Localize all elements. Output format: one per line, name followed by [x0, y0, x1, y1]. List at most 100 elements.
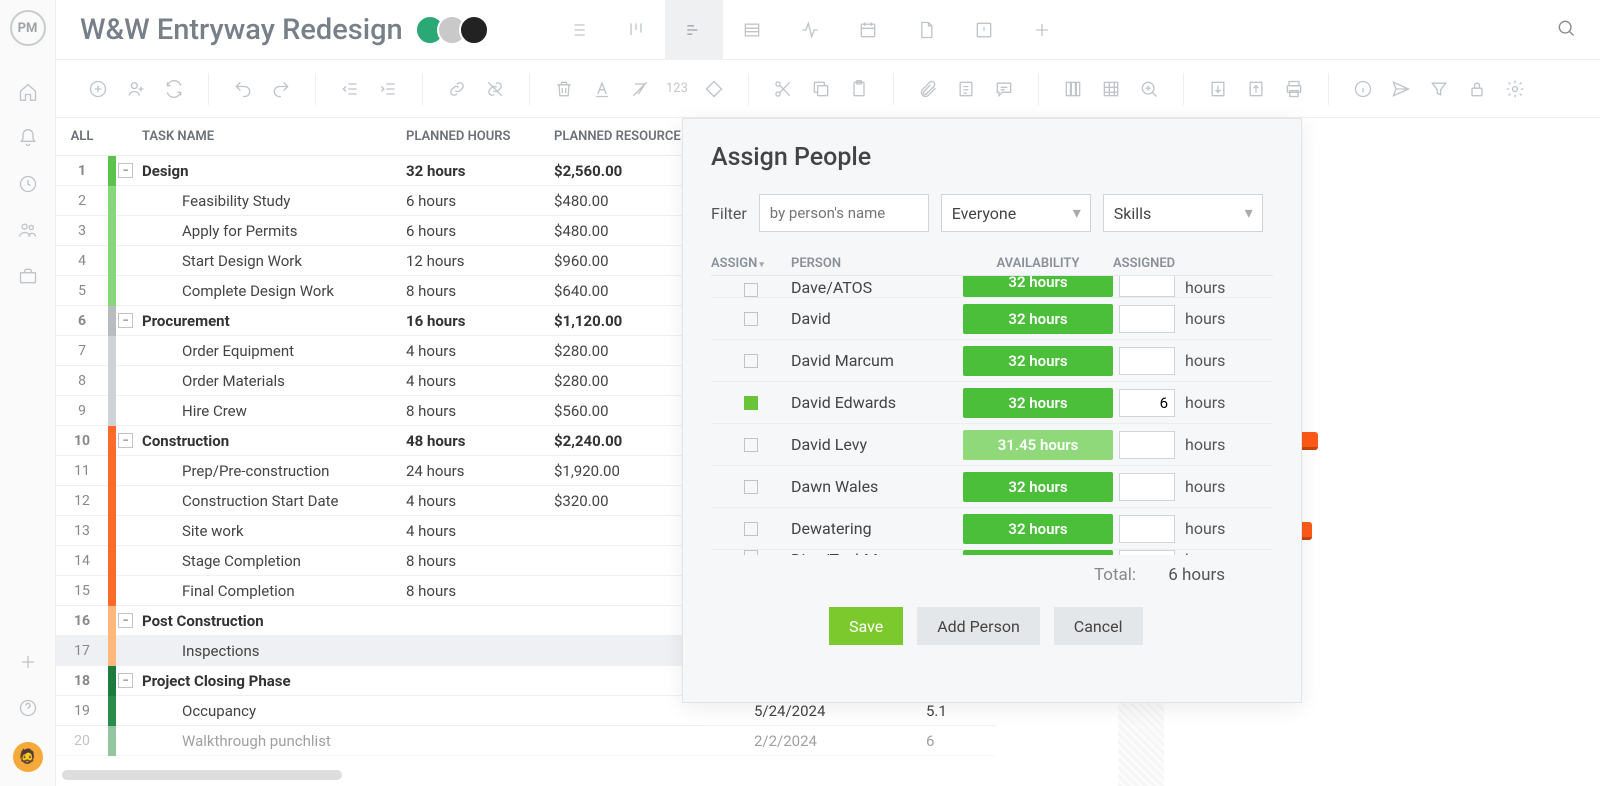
hours-input[interactable] [1119, 431, 1175, 459]
task-name-cell: Project Closing Phase [136, 672, 406, 690]
add-icon[interactable] [16, 650, 40, 674]
hours-input[interactable] [1119, 515, 1175, 543]
app-logo[interactable]: PM [10, 10, 46, 46]
hours-input[interactable] [1119, 389, 1175, 417]
copy-icon[interactable] [809, 77, 833, 101]
milestone-icon[interactable] [702, 77, 726, 101]
person-row[interactable]: David 32 hours hours [711, 298, 1273, 340]
people-icon[interactable] [16, 218, 40, 242]
tab-file[interactable] [897, 0, 955, 60]
tab-board[interactable] [607, 0, 665, 60]
group-dropdown[interactable]: Everyone [941, 194, 1091, 232]
assign-checkbox[interactable] [744, 312, 758, 326]
hours-input[interactable] [1119, 305, 1175, 333]
assign-icon[interactable] [124, 77, 148, 101]
grid-icon[interactable] [1099, 77, 1123, 101]
bell-icon[interactable] [16, 126, 40, 150]
person-row[interactable]: Dawn Wales 32 hours hours [711, 466, 1273, 508]
unlink-icon[interactable] [483, 77, 507, 101]
note-icon[interactable] [954, 77, 978, 101]
redo-icon[interactable] [269, 77, 293, 101]
gear-icon[interactable] [1503, 77, 1527, 101]
clock-icon[interactable] [16, 172, 40, 196]
print-icon[interactable] [1282, 77, 1306, 101]
paste-icon[interactable] [847, 77, 871, 101]
tab-add[interactable] [1013, 0, 1071, 60]
outdent-icon[interactable] [338, 77, 362, 101]
col-all[interactable]: ALL [56, 129, 108, 144]
person-row[interactable]: Dina/TechM 32 hours hours [711, 550, 1273, 555]
col-planned-hours[interactable]: PLANNED HOURS [406, 129, 554, 144]
clear-format-icon[interactable] [628, 77, 652, 101]
send-icon[interactable] [1389, 77, 1413, 101]
user-avatar[interactable]: 🧔 [13, 742, 43, 772]
trash-icon[interactable] [552, 77, 576, 101]
text-color-icon[interactable] [590, 77, 614, 101]
hours-cell: 8 hours [406, 552, 554, 570]
undo-icon[interactable] [231, 77, 255, 101]
person-row[interactable]: Dave/ATOS 32 hours hours [711, 276, 1273, 298]
availability-pill: 32 hours [963, 388, 1113, 418]
columns-icon[interactable] [1061, 77, 1085, 101]
import-icon[interactable] [1206, 77, 1230, 101]
briefcase-icon[interactable] [16, 264, 40, 288]
person-row[interactable]: David Edwards 32 hours hours [711, 382, 1273, 424]
percent-icon[interactable]: 123 [666, 77, 688, 101]
assign-checkbox[interactable] [744, 354, 758, 368]
add-person-button[interactable]: Add Person [917, 607, 1040, 645]
col-task-name[interactable]: TASK NAME [136, 129, 406, 144]
assign-checkbox[interactable] [744, 396, 758, 410]
tab-activity[interactable] [781, 0, 839, 60]
cut-icon[interactable] [771, 77, 795, 101]
tab-risk[interactable] [955, 0, 1013, 60]
tab-sheet[interactable] [723, 0, 781, 60]
hours-input[interactable] [1119, 276, 1175, 297]
collapse-icon[interactable]: − [118, 163, 133, 178]
search-icon[interactable] [1556, 18, 1576, 42]
assign-checkbox[interactable] [744, 522, 758, 536]
home-icon[interactable] [16, 80, 40, 104]
cancel-button[interactable]: Cancel [1054, 607, 1143, 645]
assign-checkbox[interactable] [744, 480, 758, 494]
skills-dropdown[interactable]: Skills [1103, 194, 1263, 232]
sync-icon[interactable] [162, 77, 186, 101]
hours-input[interactable] [1119, 347, 1175, 375]
hours-input[interactable] [1119, 550, 1175, 555]
collapse-icon[interactable]: − [118, 313, 133, 328]
member-avatars[interactable] [423, 15, 489, 45]
export-icon[interactable] [1244, 77, 1268, 101]
zoom-in-icon[interactable] [1137, 77, 1161, 101]
info-icon[interactable] [1351, 77, 1375, 101]
task-row[interactable]: 20 Walkthrough punchlist 2/2/20246 [56, 726, 996, 756]
assign-checkbox[interactable] [744, 283, 758, 297]
save-button[interactable]: Save [829, 607, 903, 645]
task-name-cell: Site work [136, 522, 406, 540]
hours-input[interactable] [1119, 473, 1175, 501]
assign-checkbox[interactable] [744, 438, 758, 452]
comment-icon[interactable] [992, 77, 1016, 101]
link-icon[interactable] [445, 77, 469, 101]
collapse-icon[interactable]: − [118, 613, 133, 628]
add-task-icon[interactable] [86, 77, 110, 101]
filter-input[interactable] [759, 194, 929, 232]
assign-people-dialog: Assign People Filter Everyone Skills ASS… [682, 118, 1302, 703]
tab-list[interactable] [549, 0, 607, 60]
person-row[interactable]: Dewatering 32 hours hours [711, 508, 1273, 550]
person-name: David Edwards [791, 393, 963, 412]
help-icon[interactable] [16, 696, 40, 720]
horizontal-scrollbar[interactable] [62, 770, 342, 780]
task-name-cell: Order Equipment [136, 342, 406, 360]
collapse-icon[interactable]: − [118, 433, 133, 448]
filter-icon[interactable] [1427, 77, 1451, 101]
lock-icon[interactable] [1465, 77, 1489, 101]
collapse-icon[interactable]: − [118, 673, 133, 688]
attach-icon[interactable] [916, 77, 940, 101]
tab-gantt[interactable] [665, 0, 723, 60]
indent-icon[interactable] [376, 77, 400, 101]
assign-checkbox[interactable] [744, 550, 758, 555]
task-name-cell: Order Materials [136, 372, 406, 390]
tab-calendar[interactable] [839, 0, 897, 60]
person-row[interactable]: David Levy 31.45 hours hours [711, 424, 1273, 466]
person-row[interactable]: David Marcum 32 hours hours [711, 340, 1273, 382]
task-name-cell: Start Design Work [136, 252, 406, 270]
